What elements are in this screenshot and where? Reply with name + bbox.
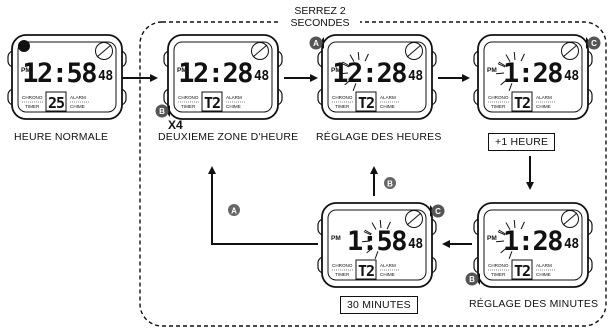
watch-3: PM12:28 48T2CHRONOTIMERALARMCHIMEA bbox=[309, 34, 437, 120]
button-a-marker-watch-3: A bbox=[309, 36, 323, 50]
label-hours-setting: RÉGLAGE DES HEURES bbox=[316, 131, 442, 143]
button-b-marker-watch-5: B bbox=[465, 272, 479, 286]
light-indicator-icon bbox=[18, 40, 30, 52]
pm-indicator: PM bbox=[487, 67, 497, 74]
main-time-display: 12:58 bbox=[22, 58, 96, 89]
sun-moon-icon bbox=[405, 42, 423, 60]
watch-6: PM 1:58 48 T2 CHRONO TIMER ALARM CHIME C bbox=[317, 202, 445, 288]
button-b-marker-up: B bbox=[384, 177, 396, 189]
label-minutes-setting: RÉGLAGE DES MINUTES bbox=[469, 298, 599, 310]
repeat-x4-label: X4 bbox=[168, 118, 183, 132]
mode-chime: CHIME bbox=[380, 272, 395, 277]
mode-timer: TIMER bbox=[335, 104, 350, 109]
seconds-display: 48 bbox=[408, 69, 423, 84]
press-2-seconds-title: SERREZ 2 SECONDES bbox=[282, 5, 358, 29]
sub-display: 25 bbox=[48, 94, 65, 112]
mode-alarm: ALARM bbox=[380, 95, 396, 100]
button-b-marker-watch-5-label: B bbox=[469, 275, 475, 284]
seconds-display: 48 bbox=[408, 237, 423, 252]
sub-display: T2 bbox=[514, 94, 530, 112]
seconds-display: 48 bbox=[564, 69, 579, 84]
button-c-marker-watch-6-label: C bbox=[435, 207, 441, 216]
mode-chrono: CHRONO bbox=[22, 95, 43, 100]
title-line-1: SERREZ 2 bbox=[294, 5, 346, 17]
button-a-marker-back-label: A bbox=[231, 207, 237, 216]
mode-timer: TIMER bbox=[25, 104, 40, 109]
label-thirty-minutes: 30 MINUTES bbox=[340, 296, 418, 314]
watch-2: PM12:28 48T2CHRONOTIMERALARMCHIMEB bbox=[155, 34, 283, 120]
title-line-2: SECONDES bbox=[290, 17, 350, 29]
watch-1: PM12:58 4825CHRONOTIMERALARMCHIME bbox=[7, 34, 127, 120]
button-b-marker-up-label: B bbox=[387, 180, 393, 189]
button-c-marker-watch-6: C bbox=[431, 204, 445, 218]
mode-alarm: ALARM bbox=[70, 95, 86, 100]
button-b-marker-watch-2-label: B bbox=[159, 107, 165, 116]
mode-chrono: CHRONO bbox=[332, 263, 353, 268]
mode-chrono: CHRONO bbox=[488, 95, 509, 100]
sub-display: T2 bbox=[204, 94, 220, 112]
pm-indicator: PM bbox=[331, 235, 341, 242]
button-c-marker-watch-4: C bbox=[587, 36, 601, 50]
mode-timer: TIMER bbox=[491, 104, 506, 109]
mode-chrono: CHRONO bbox=[178, 95, 199, 100]
sub-display: T2 bbox=[514, 262, 530, 280]
main-time-display: 1:58 bbox=[347, 226, 406, 257]
seconds-display: 48 bbox=[564, 237, 579, 252]
sun-moon-icon bbox=[405, 210, 423, 228]
button-c-marker-watch-4-label: C bbox=[591, 39, 597, 48]
sub-display: T2 bbox=[358, 262, 374, 280]
watch-5: PM 1:28 48T2CHRONOTIMERALARMCHIMEB bbox=[465, 202, 593, 288]
label-second-time-zone: DEUXIEME ZONE D'HEURE bbox=[158, 131, 299, 143]
mode-timer: TIMER bbox=[491, 272, 506, 277]
mode-alarm: ALARM bbox=[380, 263, 396, 268]
watch-4: PM 1:28 48T2CHRONOTIMERALARMCHIMEC bbox=[473, 34, 601, 120]
sun-moon-icon bbox=[95, 42, 113, 60]
mode-timer: TIMER bbox=[181, 104, 196, 109]
mode-alarm: ALARM bbox=[536, 263, 552, 268]
sun-moon-icon bbox=[561, 42, 579, 60]
sub-display: T2 bbox=[358, 94, 374, 112]
label-plus-one-hour: +1 HEURE bbox=[488, 133, 556, 151]
mode-chime: CHIME bbox=[226, 104, 241, 109]
sun-moon-icon bbox=[561, 210, 579, 228]
mode-chime: CHIME bbox=[536, 104, 551, 109]
mode-chrono: CHRONO bbox=[332, 95, 353, 100]
mode-timer: TIMER bbox=[335, 272, 350, 277]
seconds-display: 48 bbox=[98, 69, 113, 84]
mode-chime: CHIME bbox=[536, 272, 551, 277]
arrow-30min-back-a bbox=[208, 166, 318, 245]
sun-moon-icon bbox=[251, 42, 269, 60]
button-b-marker-watch-2: B bbox=[155, 104, 169, 118]
mode-chrono: CHRONO bbox=[488, 263, 509, 268]
button-a-marker-watch-3-label: A bbox=[313, 39, 319, 48]
seconds-display: 48 bbox=[254, 69, 269, 84]
mode-alarm: ALARM bbox=[536, 95, 552, 100]
button-a-marker-back: A bbox=[228, 204, 240, 216]
label-normal-time: HEURE NORMALE bbox=[14, 131, 109, 143]
main-time-display: 12:28 bbox=[178, 58, 252, 89]
mode-alarm: ALARM bbox=[226, 95, 242, 100]
watch-illustrations: PM12:58 4825CHRONOTIMERALARMCHIMEPM12:28 4… bbox=[7, 34, 601, 288]
watch-setting-diagram: B A PM12:58 4825CHRONOTIMERALARMCHIMEPM12… bbox=[7, 14, 607, 327]
mode-chime: CHIME bbox=[380, 104, 395, 109]
pm-indicator: PM bbox=[487, 235, 497, 242]
mode-chime: CHIME bbox=[70, 104, 85, 109]
